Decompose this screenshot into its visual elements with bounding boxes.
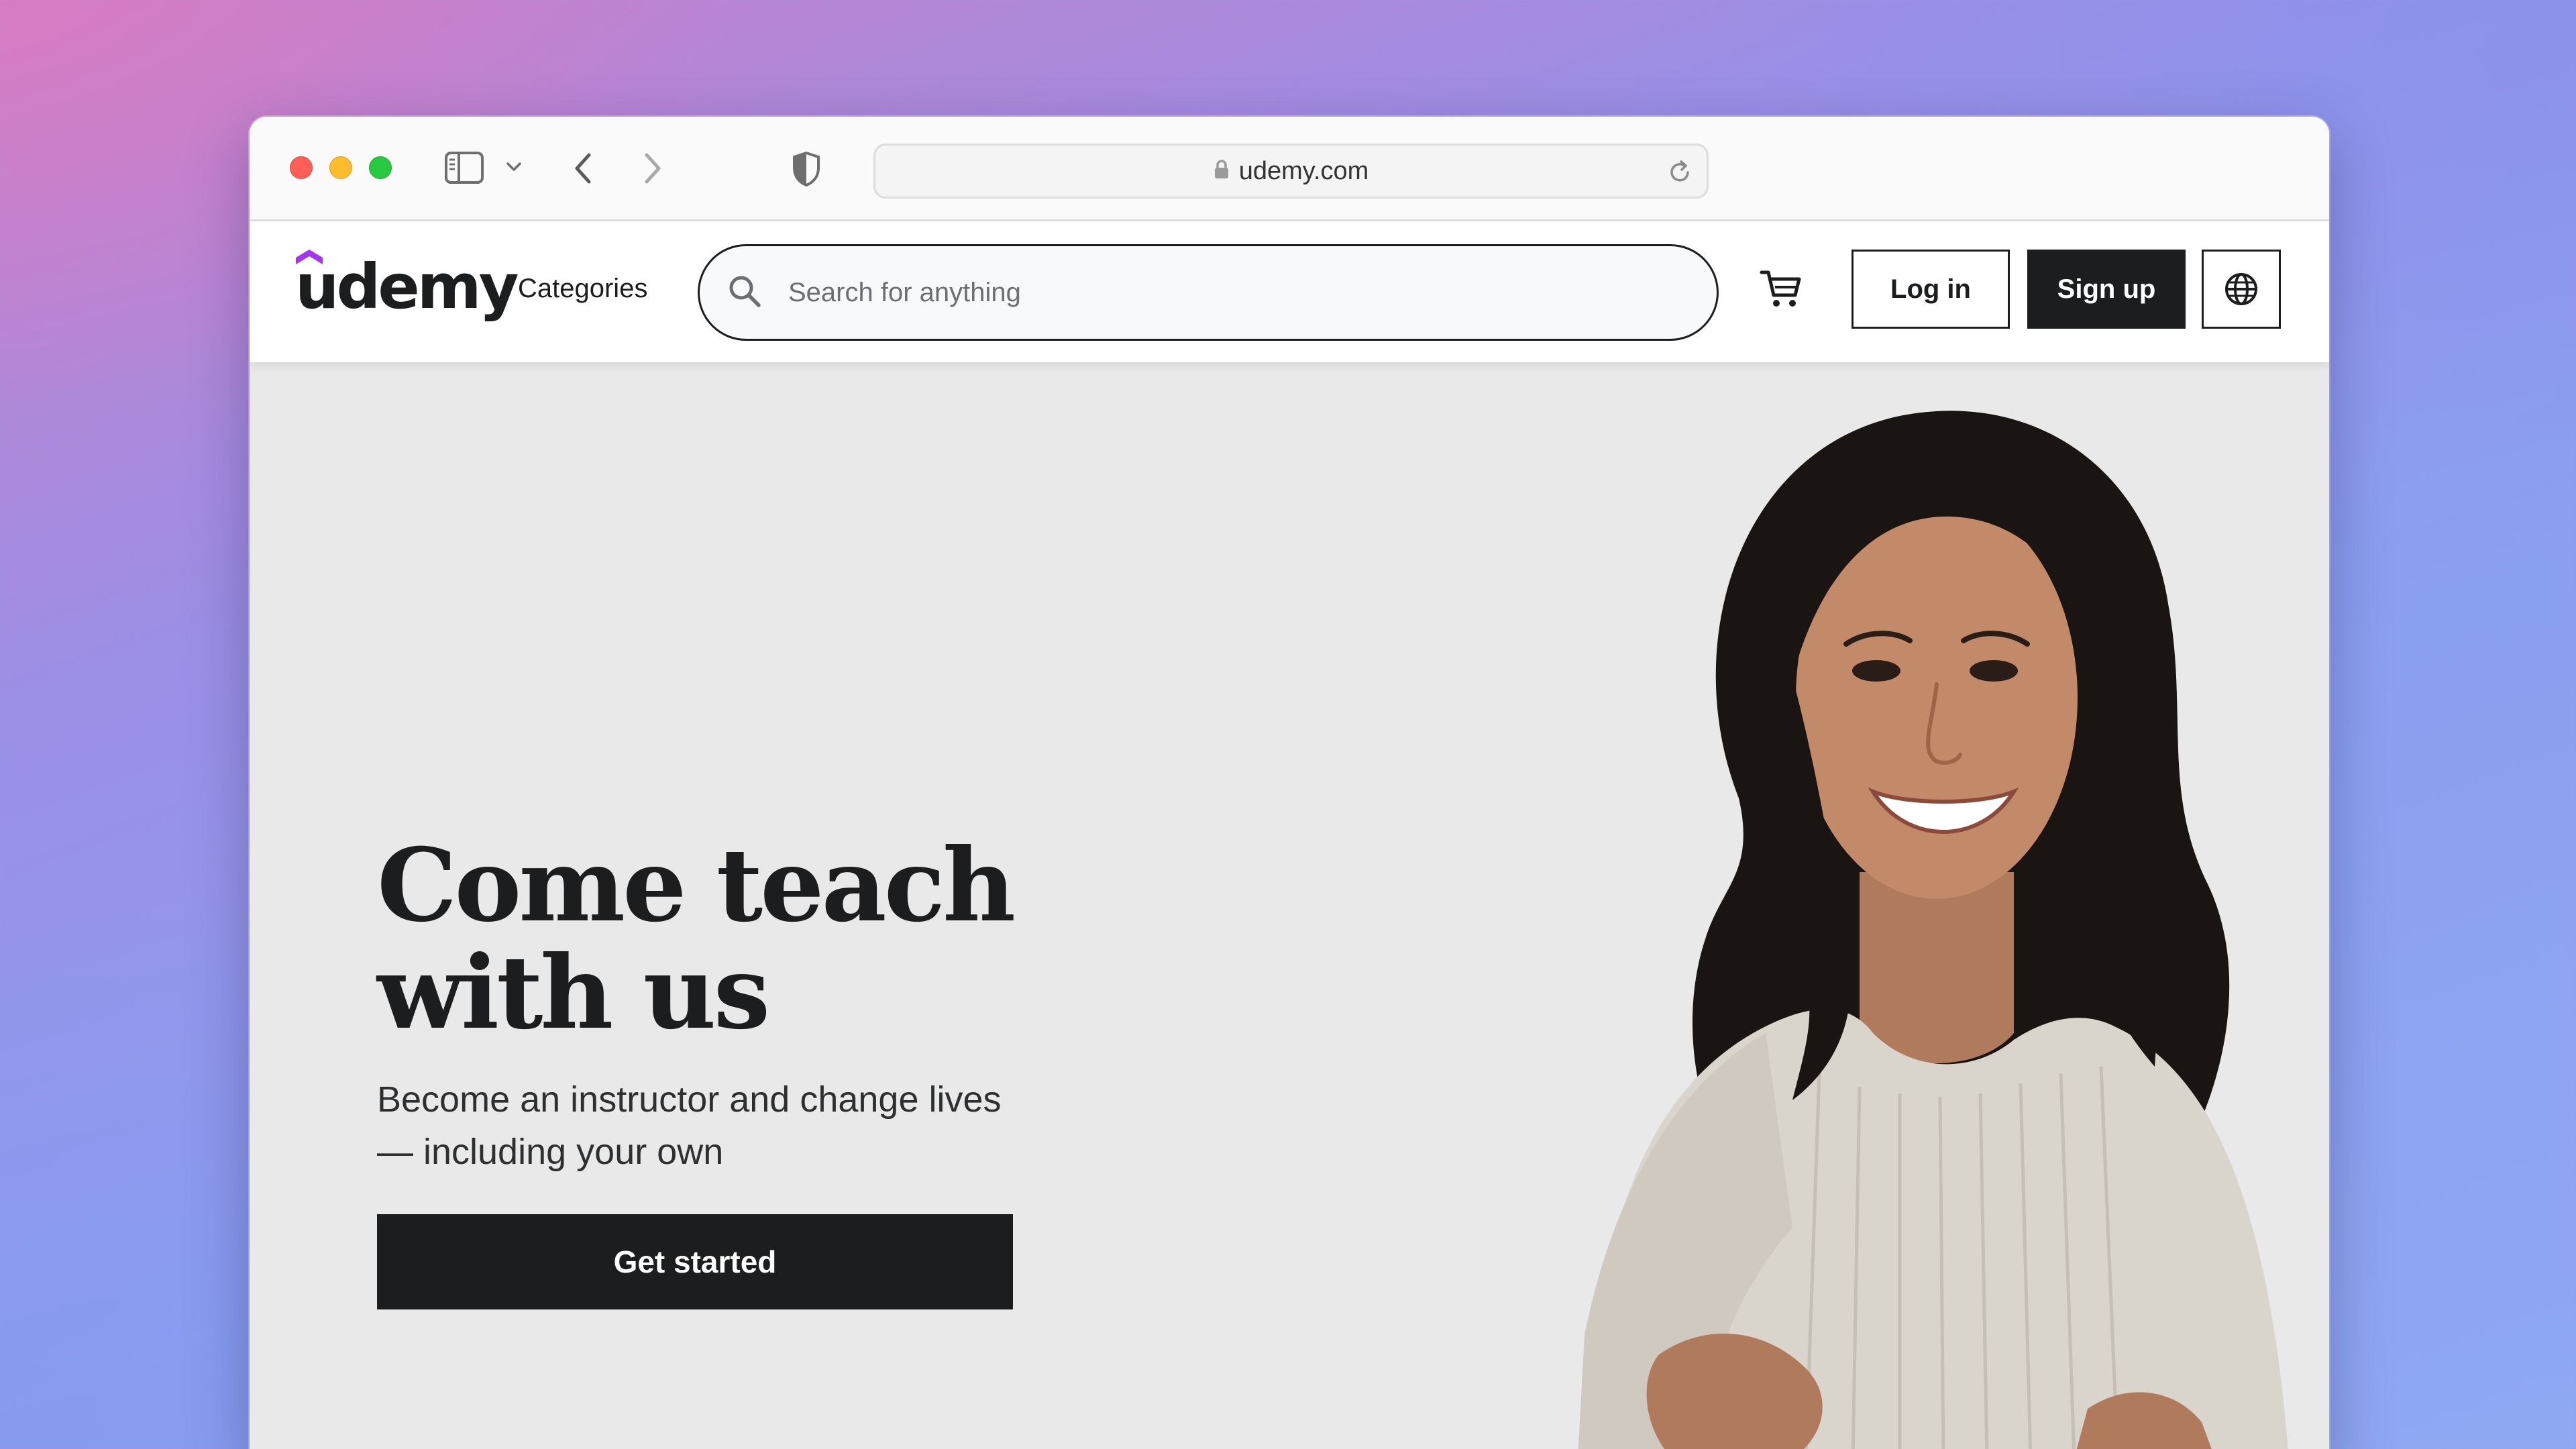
language-button[interactable] [2202,250,2281,329]
minimize-window-button[interactable] [329,156,352,179]
back-arrow-icon[interactable] [572,152,594,185]
get-started-button[interactable]: Get started [377,1214,1013,1309]
search-bar[interactable] [698,244,1719,341]
hero-title: Come teach with us [377,826,1016,1052]
hero-section: Come teach with us Become an instructor … [250,362,2329,1449]
browser-window: udemy.com udemy Categories Search for an… [250,117,2329,1449]
signup-button[interactable]: Sign up [2027,250,2186,329]
globe-icon [2225,273,2257,305]
privacy-shield-icon[interactable] [790,150,822,188]
forward-arrow-icon[interactable] [641,152,664,185]
chevron-down-icon[interactable] [506,161,522,173]
udemy-logo[interactable]: udemy [295,251,519,323]
hero-subtitle: Become an instructor and change lives — … [377,1079,1002,1172]
close-window-button[interactable] [290,156,313,179]
sidebar-toggle-icon[interactable] [444,150,484,185]
zoom-window-button[interactable] [369,156,392,179]
login-button[interactable]: Log in [1851,250,2010,329]
search-icon[interactable] [727,273,763,313]
categories-menu[interactable]: Categories [518,274,647,304]
site-header: udemy Categories Log in Sign up [250,221,2329,362]
search-input[interactable] [788,277,1660,308]
reload-icon[interactable] [1668,159,1692,188]
address-bar[interactable]: udemy.com [873,144,1709,199]
browser-toolbar: udemy.com [250,117,2329,221]
address-bar-url: udemy.com [1238,156,1369,185]
cart-icon[interactable] [1759,267,1803,315]
lock-icon [1214,159,1230,183]
instructor-portrait [1578,411,2288,1449]
